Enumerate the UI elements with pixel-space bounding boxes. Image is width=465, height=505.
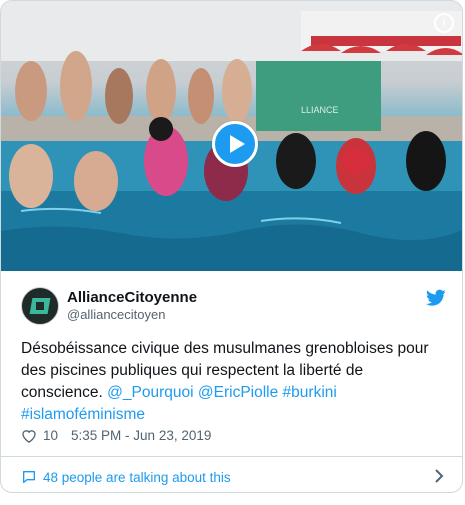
avatar[interactable] <box>21 287 59 325</box>
heart-icon[interactable] <box>21 428 37 443</box>
video-thumbnail[interactable]: LLIANCE i <box>1 1 462 271</box>
mention-link[interactable]: @EricPiolle <box>198 384 278 401</box>
author-name[interactable]: AllianceCitoyenne <box>67 289 197 306</box>
like-count[interactable]: 10 <box>43 428 58 443</box>
tweet-meta: 10 5:35 PM - Jun 23, 2019 <box>21 428 211 443</box>
mention-link[interactable]: @_Pourquoi <box>107 384 193 401</box>
speech-bubble-icon <box>23 471 35 483</box>
divider <box>1 456 462 457</box>
tweet-timestamp[interactable]: 5:35 PM - Jun 23, 2019 <box>71 428 211 443</box>
hashtag-link[interactable]: #islamoféminisme <box>21 406 145 423</box>
play-icon[interactable] <box>212 121 258 167</box>
hashtag-link[interactable]: #burkini <box>283 384 337 401</box>
chevron-right-icon[interactable] <box>434 469 444 483</box>
svg-text:LLIANCE: LLIANCE <box>301 105 339 115</box>
tweet-embed-card: LLIANCE i AllianceCitoyenne @alliancecit… <box>0 0 463 493</box>
author-handle[interactable]: @alliancecitoyen <box>67 307 165 322</box>
conversation-link[interactable]: 48 people are talking about this <box>21 467 446 487</box>
info-icon[interactable]: i <box>434 13 454 33</box>
talking-count[interactable]: 48 people are talking about this <box>43 470 231 485</box>
tweet-header: AllianceCitoyenne @alliancecitoyen <box>21 287 446 327</box>
twitter-bird-icon[interactable] <box>426 289 446 307</box>
tweet-text: Désobéissance civique des musulmanes gre… <box>21 338 449 426</box>
